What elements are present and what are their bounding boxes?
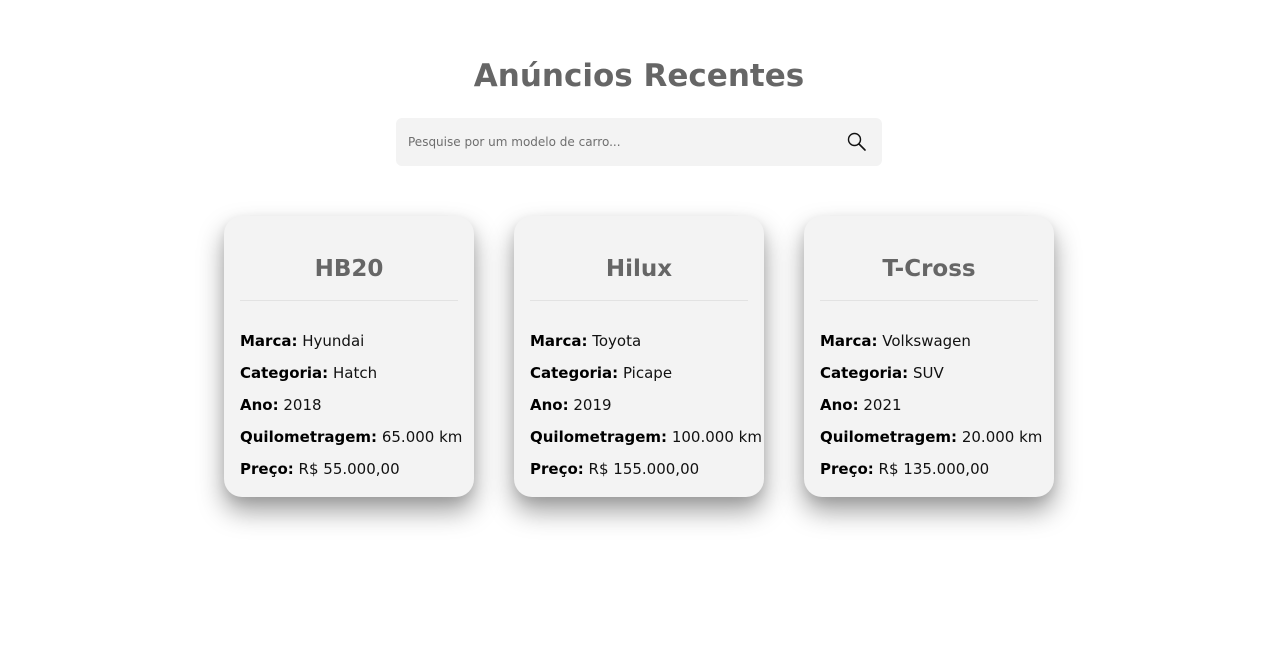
year-label: Ano: bbox=[240, 396, 279, 414]
category-value: Hatch bbox=[332, 364, 378, 382]
card-divider bbox=[240, 300, 458, 301]
brand-value: Volkswagen bbox=[882, 332, 971, 350]
car-model: Hilux bbox=[605, 256, 673, 282]
category-label: Categoria: bbox=[820, 364, 909, 382]
car-brand-row: Marca: Volkswagen bbox=[820, 325, 1038, 357]
car-details: Marca: Volkswagen Categoria: SUV Ano: 20… bbox=[820, 325, 1042, 485]
price-label: Preço: bbox=[530, 460, 584, 478]
page: Anúncios Recentes HB20 Marca: Hyundai Ca… bbox=[0, 0, 1278, 670]
car-details: Marca: Toyota Categoria: Picape Ano: 201… bbox=[530, 325, 762, 485]
brand-value: Toyota bbox=[592, 332, 642, 350]
brand-label: Marca: bbox=[530, 332, 588, 350]
category-label: Categoria: bbox=[530, 364, 619, 382]
category-value: Picape bbox=[622, 364, 673, 382]
price-value: R$ 155.000,00 bbox=[588, 460, 700, 478]
search-bar bbox=[396, 118, 882, 166]
brand-label: Marca: bbox=[820, 332, 878, 350]
car-category-row: Categoria: SUV bbox=[820, 357, 1038, 389]
car-category-row: Categoria: Hatch bbox=[240, 357, 458, 389]
car-price-row: Preço: R$ 135.000,00 bbox=[820, 453, 1038, 485]
car-mileage-row: Quilometragem: 100.000 km bbox=[530, 421, 762, 453]
car-price-row: Preço: R$ 55.000,00 bbox=[240, 453, 458, 485]
car-details: Marca: Hyundai Categoria: Hatch Ano: 201… bbox=[240, 325, 462, 485]
card-divider bbox=[820, 300, 1038, 301]
car-brand-row: Marca: Hyundai bbox=[240, 325, 458, 357]
brand-value: Hyundai bbox=[302, 332, 365, 350]
brand-label: Marca: bbox=[240, 332, 298, 350]
car-year-row: Ano: 2018 bbox=[240, 389, 458, 421]
price-value: R$ 55.000,00 bbox=[298, 460, 400, 478]
car-card[interactable]: HB20 Marca: Hyundai Categoria: Hatch Ano… bbox=[224, 216, 474, 497]
price-value: R$ 135.000,00 bbox=[878, 460, 990, 478]
year-value: 2021 bbox=[863, 396, 902, 414]
mileage-value: 65.000 km bbox=[381, 428, 463, 446]
mileage-value: 20.000 km bbox=[961, 428, 1043, 446]
car-model: T-Cross bbox=[882, 256, 976, 282]
category-value: SUV bbox=[912, 364, 944, 382]
car-model: HB20 bbox=[314, 256, 384, 282]
car-year-row: Ano: 2019 bbox=[530, 389, 748, 421]
year-label: Ano: bbox=[820, 396, 859, 414]
mileage-label: Quilometragem: bbox=[530, 428, 668, 446]
car-year-row: Ano: 2021 bbox=[820, 389, 1038, 421]
year-value: 2019 bbox=[573, 396, 612, 414]
car-listings: HB20 Marca: Hyundai Categoria: Hatch Ano… bbox=[224, 216, 1054, 497]
car-card[interactable]: Hilux Marca: Toyota Categoria: Picape An… bbox=[514, 216, 764, 497]
year-value: 2018 bbox=[283, 396, 322, 414]
car-category-row: Categoria: Picape bbox=[530, 357, 748, 389]
price-label: Preço: bbox=[820, 460, 874, 478]
search-button[interactable] bbox=[846, 131, 868, 153]
car-brand-row: Marca: Toyota bbox=[530, 325, 748, 357]
mileage-value: 100.000 km bbox=[671, 428, 762, 446]
mileage-label: Quilometragem: bbox=[820, 428, 958, 446]
page-title: Anúncios Recentes bbox=[473, 58, 805, 94]
car-card[interactable]: T-Cross Marca: Volkswagen Categoria: SUV… bbox=[804, 216, 1054, 497]
car-price-row: Preço: R$ 155.000,00 bbox=[530, 453, 748, 485]
search-input[interactable] bbox=[396, 118, 836, 166]
category-label: Categoria: bbox=[240, 364, 329, 382]
search-icon bbox=[847, 132, 866, 151]
card-divider bbox=[530, 300, 748, 301]
year-label: Ano: bbox=[530, 396, 569, 414]
price-label: Preço: bbox=[240, 460, 294, 478]
car-mileage-row: Quilometragem: 65.000 km bbox=[240, 421, 462, 453]
car-mileage-row: Quilometragem: 20.000 km bbox=[820, 421, 1042, 453]
mileage-label: Quilometragem: bbox=[240, 428, 378, 446]
